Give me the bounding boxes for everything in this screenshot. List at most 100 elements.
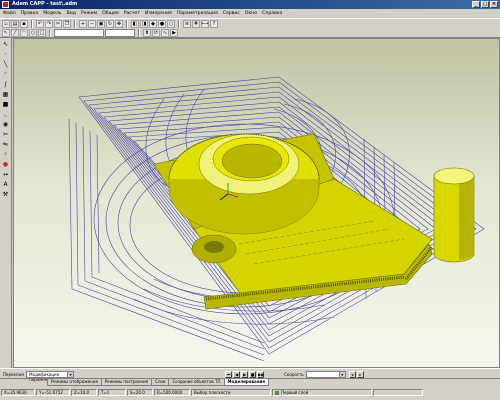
revolve-icon[interactable]: ⟳ <box>152 29 160 37</box>
menu-file[interactable]: Файл <box>3 11 16 16</box>
next-frame-icon[interactable]: ▶▶ <box>257 370 264 378</box>
maximize-button[interactable]: □ <box>481 1 489 8</box>
menu-help[interactable]: Справка <box>262 11 282 16</box>
layers-icon[interactable]: ≡ <box>183 20 191 28</box>
redo-icon[interactable]: ↷ <box>45 20 53 28</box>
circle-icon[interactable]: ○ <box>29 29 37 37</box>
window-title: Adem CAPP - test\.adm <box>12 1 78 7</box>
toolpath-icon[interactable]: ∿ <box>161 29 169 37</box>
menu-mode[interactable]: Режим <box>81 11 97 16</box>
stop-icon[interactable]: ■ <box>249 370 257 378</box>
view-top-icon[interactable]: ◨ <box>140 20 148 28</box>
toolbar-separator <box>138 29 140 37</box>
window-controls: _ □ × <box>472 1 498 8</box>
first-frame-icon[interactable]: ⏮ <box>225 370 233 378</box>
new-file-icon[interactable]: ▫ <box>2 20 10 28</box>
menu-model[interactable]: Модель <box>43 11 61 16</box>
tab-strip: Режимы отображения Режимы построения Сло… <box>0 378 500 386</box>
trim-icon[interactable]: ✂ <box>1 131 10 139</box>
menu-bar: Файл Правка Модель Вид Режим Общие Расче… <box>0 9 500 18</box>
play-icon[interactable]: ▶ <box>241 370 249 378</box>
view-iso-icon[interactable]: ◆ <box>149 20 157 28</box>
hole-icon[interactable]: ◉ <box>1 121 10 129</box>
zoom-out-icon[interactable]: − <box>88 20 96 28</box>
menu-window[interactable]: Окно <box>245 11 257 16</box>
toolbar: ▫ ▤ ▪ ↶ ↷ ✂ ❐ + − ▣ ↻ ✥ ◧ ◨ ◆ ● ○ ≡ # ⟷ … <box>0 18 500 38</box>
status-y: Y=-51.6752 <box>36 388 70 396</box>
tool-icon[interactable]: ⚒ <box>1 191 10 199</box>
status-selection-mode: Выбор плоскости <box>191 388 271 396</box>
tab-display-modes[interactable]: Режимы отображения <box>47 379 102 386</box>
chevron-down-icon[interactable]: ▾ <box>67 371 74 377</box>
title-bar: Adem CAPP - test\.adm _ □ × <box>0 0 500 9</box>
surface-icon[interactable]: ▦ <box>1 91 10 99</box>
solid-icon[interactable]: ■ <box>1 101 10 109</box>
mirror-icon[interactable]: ⇋ <box>1 141 10 149</box>
close-button[interactable]: × <box>490 1 498 8</box>
view-front-icon[interactable]: ◧ <box>131 20 139 28</box>
pointer-icon[interactable]: ↖ <box>1 41 10 49</box>
prev-frame-icon[interactable]: ◀ <box>233 370 241 378</box>
status-x: X=35.9636 <box>1 388 35 396</box>
save-icon[interactable]: ▪ <box>20 20 28 28</box>
tab-build-modes[interactable]: Режимы построения <box>100 379 153 386</box>
measure-icon[interactable]: ⟷ <box>201 20 209 28</box>
minimize-button[interactable]: _ <box>472 1 480 8</box>
copy-icon[interactable]: ❐ <box>63 20 71 28</box>
status-r: R=500.0000 <box>154 388 190 396</box>
extrude-icon[interactable]: ⬆ <box>143 29 151 37</box>
dimension-icon[interactable]: ↔ <box>1 171 10 179</box>
menu-service[interactable]: Сервис <box>223 11 240 16</box>
toolpath-scene <box>68 76 485 362</box>
open-folder-icon[interactable]: ▤ <box>11 20 19 28</box>
undo-icon[interactable]: ↶ <box>36 20 44 28</box>
history-combo[interactable]: Модификация переменных ▾ <box>26 370 75 382</box>
rotate-icon[interactable]: ↻ <box>106 20 114 28</box>
tab-layers[interactable]: Слои <box>151 379 170 386</box>
cylinder-model <box>433 167 475 263</box>
speed-combo[interactable]: ▾ <box>305 370 346 378</box>
menu-view[interactable]: Вид <box>67 11 76 16</box>
spline-icon[interactable]: ∫ <box>1 81 10 89</box>
zoom-in-icon[interactable]: + <box>79 20 87 28</box>
tab-simulation[interactable]: Моделирование <box>223 379 270 386</box>
toolbar-combo[interactable] <box>105 29 135 37</box>
text-icon[interactable]: A <box>1 181 10 189</box>
arc-icon[interactable]: ◜ <box>1 71 10 79</box>
array-icon[interactable]: ⁘ <box>1 151 10 159</box>
status-layer: Первый слой <box>281 389 309 395</box>
shading-icon[interactable]: ● <box>158 20 166 28</box>
menu-general[interactable]: Общие <box>102 11 119 16</box>
rectangle-icon[interactable]: □ <box>38 29 46 37</box>
menu-edit[interactable]: Правка <box>21 11 38 16</box>
zoom-fit-icon[interactable]: ▣ <box>97 20 105 28</box>
menu-measure[interactable]: Измерения <box>145 11 172 16</box>
fillet-icon[interactable]: ◟ <box>1 111 10 119</box>
simulate-icon[interactable]: ▶ <box>170 29 178 37</box>
toolbar-combo[interactable] <box>54 29 104 37</box>
wireframe-icon[interactable]: ○ <box>167 20 175 28</box>
point-icon[interactable]: · <box>1 51 10 59</box>
toolbar-separator <box>74 20 76 28</box>
layer-color-swatch <box>275 390 279 395</box>
menu-calculation[interactable]: Расчет <box>124 11 140 16</box>
tab-create-objects[interactable]: Создание объектов ТП <box>168 379 225 386</box>
select-icon[interactable]: ↖ <box>2 29 10 37</box>
speed-label: Скорость <box>284 371 304 377</box>
help-icon[interactable]: ? <box>210 20 218 28</box>
speed-down-icon[interactable]: ◂ <box>348 370 356 378</box>
pan-icon[interactable]: ✥ <box>115 20 123 28</box>
stop-icon[interactable]: ● <box>1 161 10 169</box>
line-icon[interactable]: ╱ <box>11 29 19 37</box>
menu-parametrization[interactable]: Параметризация <box>177 11 218 16</box>
status-z: Z=10.0 <box>71 388 97 396</box>
chevron-down-icon[interactable]: ▾ <box>338 371 345 377</box>
segment-icon[interactable]: ╲ <box>1 61 10 69</box>
speed-up-icon[interactable]: ▸ <box>356 370 364 378</box>
3d-viewport[interactable] <box>13 38 500 368</box>
status-area: Переключ Модификация переменных ▾ ⏮ ◀ ▶ … <box>0 368 500 400</box>
grid-icon[interactable]: # <box>192 20 200 28</box>
arc-icon[interactable]: ◠ <box>20 29 28 37</box>
status-t: T=1 <box>98 388 126 396</box>
cut-icon[interactable]: ✂ <box>54 20 62 28</box>
